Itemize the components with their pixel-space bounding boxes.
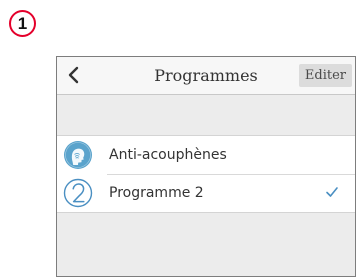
step-number-badge: 1 (9, 10, 36, 37)
step-number: 1 (17, 13, 28, 33)
chevron-left-icon (68, 66, 79, 84)
program-label: Anti-acouphènes (109, 147, 227, 163)
edit-button[interactable]: Editer (298, 64, 352, 87)
phone-screen: Programmes Editer Anti-acouphènes Progra… (56, 56, 356, 277)
navigation-bar: Programmes Editer (57, 57, 355, 95)
checkmark-icon (326, 187, 338, 197)
program-list: Anti-acouphènes Programme 2 (57, 135, 355, 213)
number-two-icon (63, 178, 93, 208)
program-row-anti-acouphenes[interactable]: Anti-acouphènes (57, 136, 355, 174)
program-row-programme-2[interactable]: Programme 2 (57, 174, 355, 212)
program-label: Programme 2 (109, 185, 204, 201)
back-button[interactable] (63, 64, 83, 86)
tinnitus-head-icon (64, 141, 92, 169)
